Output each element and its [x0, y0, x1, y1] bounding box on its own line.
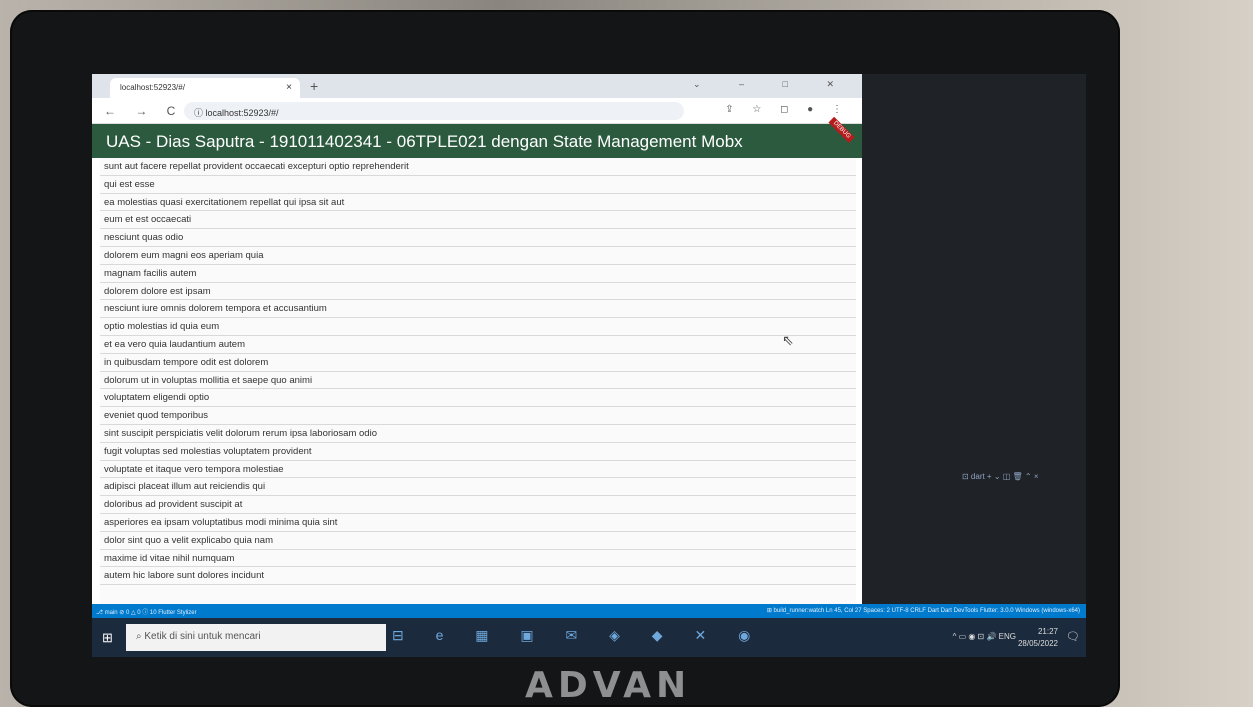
brand-logo: ADVAN — [525, 665, 692, 706]
list-item[interactable]: voluptate et itaque vero tempora molesti… — [100, 461, 856, 479]
list-item[interactable]: maxime id vitae nihil numquam — [100, 550, 856, 568]
list-item[interactable]: voluptatem eligendi optio — [100, 389, 856, 408]
browser-tab[interactable]: localhost:52923/#/ × — [110, 78, 300, 98]
list-item[interactable]: ea molestias quasi exercitationem repell… — [100, 194, 856, 212]
list-item[interactable]: nesciunt quas odio — [100, 229, 856, 247]
list-item[interactable]: doloribus ad provident suscipit at — [100, 496, 856, 514]
search-placeholder: Ketik di sini untuk mencari — [144, 631, 261, 642]
address-bar-row: ← → C ⓘ localhost:52923/#/ ⇪ ☆ ◻ ● ⋮ — [92, 98, 862, 124]
list-item[interactable]: adipisci placeat illum aut reiciendis qu… — [100, 478, 856, 497]
list-item[interactable]: nesciunt iure omnis dolorem tempora et a… — [100, 300, 856, 319]
taskbar-search[interactable]: ⌕ Ketik di sini untuk mencari — [126, 624, 386, 651]
status-left[interactable]: ⎇ main ⊘ 0 △ 0 ⓘ 10 Flutter Stylizer — [96, 607, 197, 616]
list-item[interactable]: dolorem dolore est ipsam — [100, 283, 856, 301]
browser-window: localhost:52923/#/ × + ⌄ – □ ✕ ← → C ⓘ l… — [92, 74, 862, 604]
vscode-status-bar: ⎇ main ⊘ 0 △ 0 ⓘ 10 Flutter Stylizer ⊞ b… — [92, 604, 1086, 618]
vscode-side-panel — [862, 74, 1086, 604]
windows-taskbar: ⊞ ⌕ Ketik di sini untuk mencari ⊟ e ▦ ▣ … — [92, 618, 1086, 657]
list-item[interactable]: eveniet quod temporibus — [100, 407, 856, 425]
list-item[interactable]: dolor sint quo a velit explicabo quia na… — [100, 532, 856, 550]
list-item[interactable]: et ea vero quia laudantium autem — [100, 336, 856, 354]
list-item[interactable]: eum et est occaecati — [100, 211, 856, 230]
url-field[interactable]: ⓘ localhost:52923/#/ — [184, 102, 684, 120]
new-tab-button[interactable]: + — [310, 78, 318, 94]
mouse-cursor-icon: ⇖ — [782, 332, 794, 348]
list-item[interactable]: optio molestias id quia eum — [100, 318, 856, 336]
list-item[interactable]: dolorum ut in voluptas mollitia et saepe… — [100, 372, 856, 390]
terminal-toolbar[interactable]: ⊡ dart + ⌄ ◫ 🗑 ⌃ × — [962, 472, 1039, 481]
laptop-screen: localhost:52923/#/ × + ⌄ – □ ✕ ← → C ⓘ l… — [92, 74, 1086, 657]
list-item[interactable]: in quibusdam tempore odit est dolorem — [100, 354, 856, 372]
browser-toolbar-icons[interactable]: ⇪ ☆ ◻ ● ⋮ — [725, 104, 850, 115]
list-item[interactable]: sunt aut facere repellat provident occae… — [100, 158, 856, 176]
taskbar-clock[interactable]: 21:27 28/05/2022 — [1018, 626, 1058, 650]
tab-title: localhost:52923/#/ — [120, 83, 185, 92]
system-tray[interactable]: ^ ▭ ◉ ⊡ 🔊 ENG — [953, 632, 1016, 641]
window-controls[interactable]: ⌄ – □ ✕ — [693, 79, 852, 90]
status-right[interactable]: ⊞ build_runner:watch Ln 45, Col 27 Space… — [767, 607, 1080, 614]
notification-icon[interactable]: 🗨 — [1066, 630, 1080, 643]
navigation-buttons[interactable]: ← → C — [104, 104, 183, 118]
list-item[interactable]: sint suscipit perspiciatis velit dolorum… — [100, 425, 856, 443]
clock-time: 21:27 — [1037, 627, 1058, 636]
close-tab-icon[interactable]: × — [286, 82, 292, 93]
app-title: UAS - Dias Saputra - 191011402341 - 06TP… — [106, 132, 743, 151]
list-item[interactable]: fugit voluptas sed molestias voluptatem … — [100, 443, 856, 461]
tab-bar: localhost:52923/#/ × + ⌄ – □ ✕ — [92, 74, 862, 98]
windows-start-icon[interactable]: ⊞ — [102, 630, 116, 645]
pinned-app-icons[interactable]: ⊟ e ▦ ▣ ✉ ◈ ◆ ✕ ◉ — [392, 627, 764, 644]
list-item[interactable]: asperiores ea ipsam voluptatibus modi mi… — [100, 514, 856, 532]
post-list[interactable]: sunt aut facere repellat provident occae… — [100, 158, 856, 604]
list-item[interactable]: magnam facilis autem — [100, 265, 856, 283]
list-item[interactable]: autem hic labore sunt dolores incidunt — [100, 567, 856, 586]
clock-date: 28/05/2022 — [1017, 639, 1058, 648]
list-item[interactable]: dolorem eum magni eos aperiam quia — [100, 247, 856, 265]
app-bar: UAS - Dias Saputra - 191011402341 - 06TP… — [92, 116, 862, 158]
list-item[interactable]: qui est esse — [100, 176, 856, 194]
